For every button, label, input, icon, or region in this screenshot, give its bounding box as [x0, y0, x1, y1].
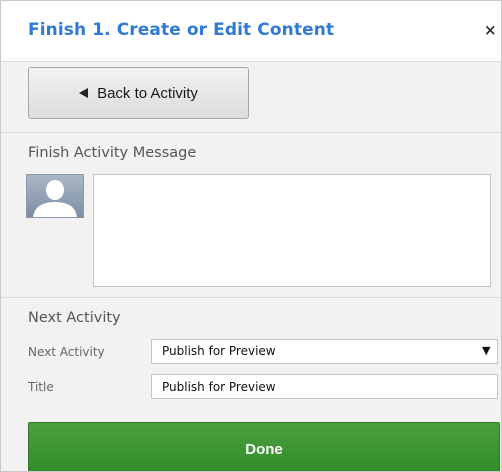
triangle-left-icon: [79, 88, 89, 98]
finish-message-textarea[interactable]: [93, 174, 491, 287]
next-activity-title: Next Activity: [28, 310, 121, 326]
panel-title: Finish 1. Create or Edit Content: [28, 20, 335, 40]
user-avatar-icon: [26, 174, 84, 218]
back-section: Back to Activity: [1, 62, 501, 133]
next-activity-select-value: Publish for Preview: [162, 344, 276, 358]
next-activity-select[interactable]: Publish for Preview ▼: [151, 339, 498, 364]
panel-header: Finish 1. Create or Edit Content ×: [1, 1, 501, 62]
next-activity-section: Next Activity Next Activity Publish for …: [1, 298, 501, 421]
title-input[interactable]: [151, 374, 498, 399]
triangle-down-icon: ▼: [482, 344, 491, 357]
back-button-label: Back to Activity: [97, 84, 198, 102]
back-to-activity-button[interactable]: Back to Activity: [28, 67, 249, 119]
close-icon[interactable]: ×: [484, 21, 497, 39]
finish-message-title: Finish Activity Message: [28, 145, 197, 161]
finish-activity-panel: Finish 1. Create or Edit Content × Back …: [0, 0, 502, 472]
title-label: Title: [28, 380, 54, 394]
next-activity-label: Next Activity: [28, 345, 105, 359]
finish-message-section: Finish Activity Message: [1, 133, 501, 298]
done-button-label: Done: [245, 441, 283, 458]
done-button[interactable]: Done: [28, 422, 500, 471]
